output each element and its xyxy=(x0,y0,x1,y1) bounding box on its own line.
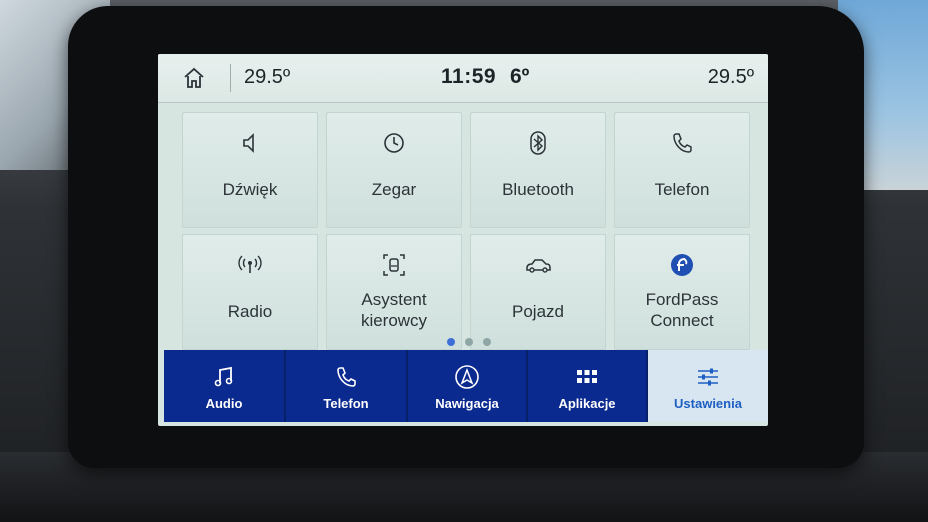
tile-label: Radio xyxy=(227,302,273,321)
fordpass-icon xyxy=(671,254,693,276)
passenger-temperature[interactable]: 29.5º xyxy=(708,66,754,89)
bottom-nav-bar: Audio Telefon Nawigacja Aplikacje Ustawi… xyxy=(164,350,768,422)
clock-display: 11:59 xyxy=(441,65,497,88)
nav-label: Aplikacje xyxy=(558,396,616,411)
settings-sliders-icon xyxy=(698,368,718,386)
tile-label: Bluetooth xyxy=(502,180,574,199)
tile-label: Dźwięk xyxy=(222,180,278,199)
home-icon[interactable] xyxy=(182,66,206,90)
phone-icon xyxy=(673,133,692,153)
driver-assist-icon xyxy=(383,254,405,276)
tile-sound[interactable]: Dźwięk xyxy=(182,112,318,228)
tile-label: Pojazd xyxy=(512,302,564,321)
tile-phone[interactable]: Telefon xyxy=(614,112,750,228)
status-bar: 29.5º 11:59 6º 29.5º xyxy=(158,54,768,103)
nav-navigation[interactable]: Nawigacja xyxy=(408,350,528,422)
driver-temperature[interactable]: 29.5º xyxy=(244,66,290,89)
status-divider xyxy=(230,64,231,92)
antenna-icon xyxy=(238,255,262,273)
nav-label: Audio xyxy=(205,396,243,411)
tile-radio[interactable]: Radio xyxy=(182,234,318,350)
tile-fordpass-connect[interactable]: FordPass Connect xyxy=(614,234,750,350)
bluetooth-icon xyxy=(530,131,546,155)
music-note-icon xyxy=(214,366,233,387)
apps-grid-icon xyxy=(577,370,597,383)
page-dot[interactable] xyxy=(483,338,491,346)
nav-settings[interactable]: Ustawienia xyxy=(648,350,768,422)
tile-label: Zegar xyxy=(371,180,417,199)
nav-audio[interactable]: Audio xyxy=(164,350,286,422)
nav-label: Telefon xyxy=(323,396,369,411)
nav-label: Ustawienia xyxy=(674,396,742,411)
nav-label: Nawigacja xyxy=(435,396,499,411)
page-indicator xyxy=(442,333,502,346)
page-dot[interactable] xyxy=(465,338,473,346)
speaker-icon xyxy=(243,133,254,153)
navigation-arrow-icon xyxy=(455,365,479,389)
nav-apps[interactable]: Aplikacje xyxy=(528,350,648,422)
phone-icon xyxy=(337,367,356,387)
car-icon xyxy=(526,259,551,273)
page-dot[interactable] xyxy=(447,338,455,346)
tile-label: Asystent kierowcy xyxy=(360,290,428,330)
infotainment-screen: 29.5º 11:59 6º 29.5º Dźwięk Zegar Blueto… xyxy=(158,54,768,426)
clock-icon xyxy=(384,133,404,153)
tile-label: Telefon xyxy=(654,180,710,199)
tile-bluetooth[interactable]: Bluetooth xyxy=(470,112,606,228)
outside-temperature: 6º xyxy=(510,65,530,88)
nav-phone[interactable]: Telefon xyxy=(286,350,408,422)
tile-label: FordPass Connect xyxy=(645,290,719,330)
tile-clock[interactable]: Zegar xyxy=(326,112,462,228)
